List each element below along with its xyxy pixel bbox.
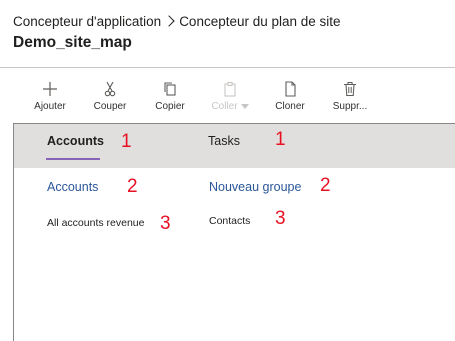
add-button-label: Ajouter bbox=[34, 101, 66, 112]
area-tab-tasks[interactable]: Tasks bbox=[208, 134, 240, 148]
group-title-new-group[interactable]: Nouveau groupe bbox=[209, 180, 301, 194]
add-button[interactable]: Ajouter bbox=[20, 80, 80, 116]
trash-icon bbox=[340, 80, 360, 98]
paste-button-label: Coller bbox=[211, 101, 238, 112]
header-divider bbox=[0, 67, 455, 68]
subarea-contacts[interactable]: Contacts bbox=[209, 215, 250, 227]
paste-button[interactable]: Coller bbox=[200, 80, 260, 116]
page-title: Demo_site_map bbox=[13, 34, 132, 51]
delete-button-label: Suppr... bbox=[332, 101, 368, 112]
copy-icon bbox=[160, 80, 180, 98]
clone-button-label: Cloner bbox=[275, 101, 305, 112]
chevron-right-icon bbox=[163, 15, 175, 27]
chevron-down-icon bbox=[240, 104, 249, 109]
paste-icon bbox=[220, 80, 240, 98]
plus-icon bbox=[40, 80, 60, 98]
annotation-marker: 3 bbox=[160, 213, 171, 234]
annotation-marker: 3 bbox=[275, 208, 286, 229]
sitemap-canvas: Accounts 1 Tasks 1 Accounts 2 Nouveau gr… bbox=[13, 123, 455, 341]
clone-icon bbox=[280, 80, 300, 98]
command-toolbar: Ajouter Couper Copier Coller Cloner Supp… bbox=[20, 80, 380, 116]
annotation-marker: 2 bbox=[320, 175, 331, 196]
subarea-all-accounts-revenue[interactable]: All accounts revenue bbox=[47, 217, 144, 229]
active-area-indicator bbox=[46, 158, 100, 160]
annotation-marker: 1 bbox=[275, 129, 286, 150]
group-title-accounts[interactable]: Accounts bbox=[47, 180, 98, 194]
copy-button-label: Copier bbox=[155, 101, 185, 112]
breadcrumb-item-sitemap-designer: Concepteur du plan de site bbox=[179, 13, 341, 29]
annotation-marker: 2 bbox=[127, 176, 138, 197]
delete-button[interactable]: Suppr... bbox=[320, 80, 380, 116]
area-tab-accounts[interactable]: Accounts bbox=[47, 134, 104, 148]
cut-button-label: Couper bbox=[93, 101, 127, 112]
breadcrumb: Concepteur d'application Concepteur du p… bbox=[13, 11, 341, 31]
paste-button-label-wrap: Coller bbox=[211, 101, 249, 112]
breadcrumb-item-app-designer[interactable]: Concepteur d'application bbox=[13, 14, 161, 29]
annotation-marker: 1 bbox=[121, 131, 132, 152]
cut-button[interactable]: Couper bbox=[80, 80, 140, 116]
scissors-icon bbox=[100, 80, 120, 98]
clone-button[interactable]: Cloner bbox=[260, 80, 320, 116]
copy-button[interactable]: Copier bbox=[140, 80, 200, 116]
